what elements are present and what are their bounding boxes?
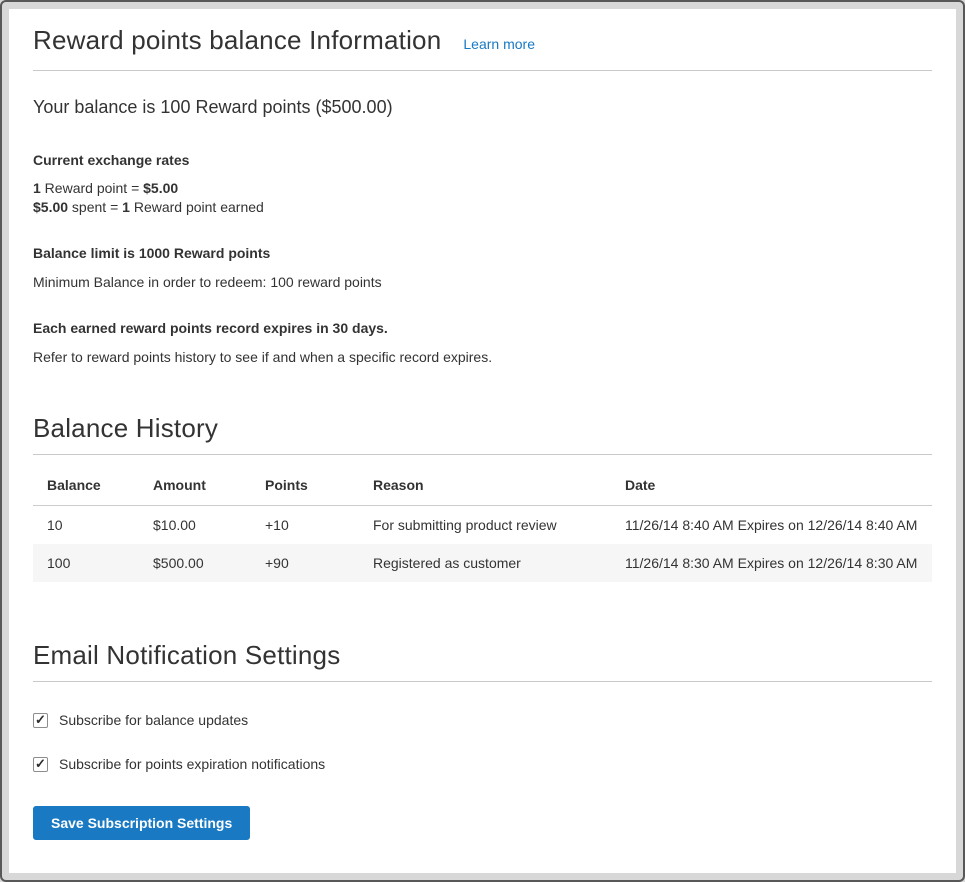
cell-reason: For submitting product review xyxy=(363,506,615,545)
cell-balance: 10 xyxy=(33,506,143,545)
expiry-heading: Each earned reward points record expires… xyxy=(33,320,932,336)
cell-points: +90 xyxy=(255,544,363,582)
subscribe-balance-checkbox[interactable] xyxy=(33,713,48,728)
exchange-1-points: 1 xyxy=(33,180,41,196)
column-header-amount: Amount xyxy=(143,463,255,506)
table-header-row: Balance Amount Points Reason Date xyxy=(33,463,932,506)
column-header-points: Points xyxy=(255,463,363,506)
subscribe-expiration-label: Subscribe for points expiration notifica… xyxy=(59,756,325,772)
subscribe-expiration-checkbox[interactable] xyxy=(33,757,48,772)
table-row: 10 $10.00 +10 For submitting product rev… xyxy=(33,506,932,545)
balance-summary: Your balance is 100 Reward points ($500.… xyxy=(33,97,932,118)
cell-date: 11/26/14 8:40 AM Expires on 12/26/14 8:4… xyxy=(615,506,932,545)
balance-history-header: Balance History xyxy=(33,413,932,455)
column-header-reason: Reason xyxy=(363,463,615,506)
save-subscription-settings-button[interactable]: Save Subscription Settings xyxy=(33,806,250,840)
cell-amount: $10.00 xyxy=(143,506,255,545)
exchange-2-points: 1 xyxy=(122,199,130,215)
subscribe-balance-label: Subscribe for balance updates xyxy=(59,712,248,728)
cell-points: +10 xyxy=(255,506,363,545)
cell-balance: 100 xyxy=(33,544,143,582)
exchange-2-text: spent = xyxy=(68,199,122,215)
exchange-rate-line-1: 1 Reward point = $5.00 xyxy=(33,179,932,198)
exchange-1-amount: $5.00 xyxy=(143,180,178,196)
subscribe-expiration-row[interactable]: Subscribe for points expiration notifica… xyxy=(33,756,932,772)
exchange-rates: 1 Reward point = $5.00 $5.00 spent = 1 R… xyxy=(33,179,932,217)
balance-history-table: Balance Amount Points Reason Date 10 $10… xyxy=(33,463,932,582)
balance-history-title: Balance History xyxy=(33,413,932,444)
exchange-1-text: Reward point = xyxy=(41,180,143,196)
expiry-note: Refer to reward points history to see if… xyxy=(33,348,932,367)
column-header-balance: Balance xyxy=(33,463,143,506)
cell-date: 11/26/14 8:30 AM Expires on 12/26/14 8:3… xyxy=(615,544,932,582)
learn-more-link[interactable]: Learn more xyxy=(463,36,535,52)
table-row: 100 $500.00 +90 Registered as customer 1… xyxy=(33,544,932,582)
reward-points-panel: Reward points balance Information Learn … xyxy=(9,9,956,873)
page-title: Reward points balance Information xyxy=(33,25,441,56)
email-settings-header: Email Notification Settings xyxy=(33,640,932,682)
window-frame: Reward points balance Information Learn … xyxy=(0,0,965,882)
subscribe-balance-row[interactable]: Subscribe for balance updates xyxy=(33,712,932,728)
exchange-2-suffix: Reward point earned xyxy=(130,199,264,215)
column-header-date: Date xyxy=(615,463,932,506)
cell-reason: Registered as customer xyxy=(363,544,615,582)
email-settings-title: Email Notification Settings xyxy=(33,640,932,671)
exchange-rate-line-2: $5.00 spent = 1 Reward point earned xyxy=(33,198,932,217)
page-header: Reward points balance Information Learn … xyxy=(33,25,932,71)
exchange-2-amount: $5.00 xyxy=(33,199,68,215)
minimum-balance-line: Minimum Balance in order to redeem: 100 … xyxy=(33,273,932,292)
cell-amount: $500.00 xyxy=(143,544,255,582)
exchange-rates-heading: Current exchange rates xyxy=(33,152,932,168)
balance-limit-heading: Balance limit is 1000 Reward points xyxy=(33,245,932,261)
